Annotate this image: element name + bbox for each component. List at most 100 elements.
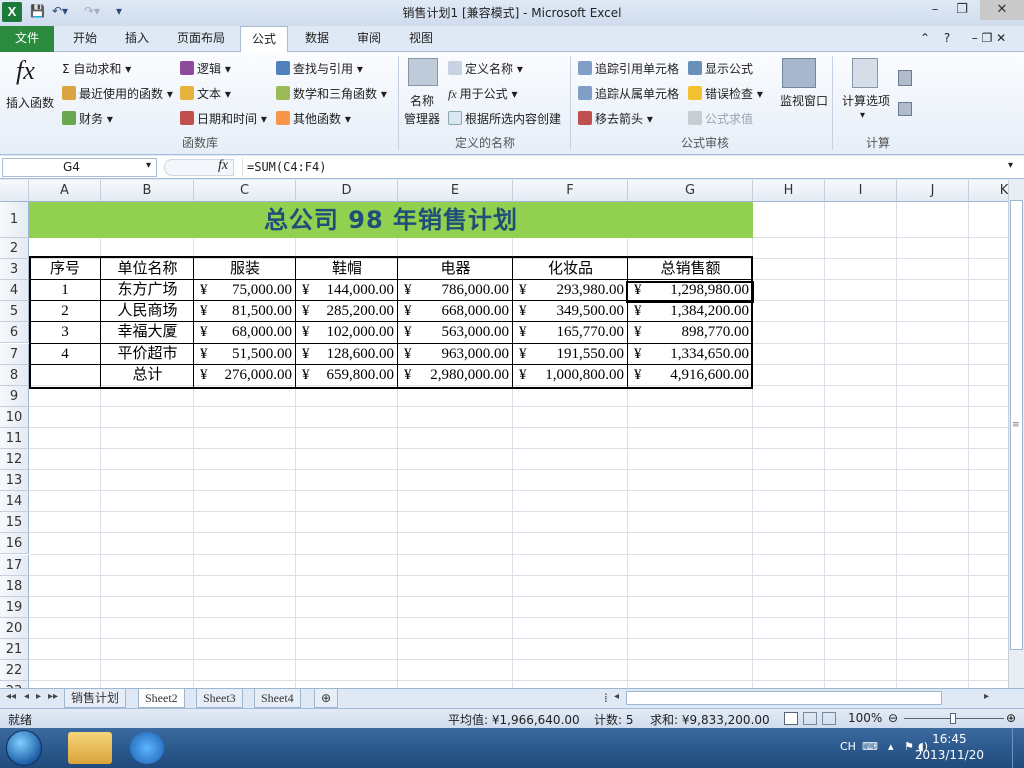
row-header-21[interactable]: 21	[0, 638, 29, 660]
text-button[interactable]: 文本 ▾	[180, 85, 231, 102]
row-header-23[interactable]: 23	[0, 681, 29, 688]
tab-file[interactable]: 文件	[0, 26, 54, 52]
lookup-button[interactable]: 查找与引用 ▾	[276, 60, 363, 77]
total-cell[interactable]: ¥659,800.00	[296, 365, 398, 386]
page-layout-view-icon[interactable]	[803, 712, 817, 725]
tab-split-handle[interactable]: ⁞	[604, 691, 608, 705]
column-header-f[interactable]: F	[513, 180, 628, 202]
row-header-15[interactable]: 15	[0, 512, 29, 534]
name-manager-label-1[interactable]: 名称	[410, 92, 434, 109]
column-header-h[interactable]: H	[753, 180, 825, 202]
row-header-11[interactable]: 11	[0, 427, 29, 449]
horizontal-scroll-thumb[interactable]	[626, 691, 942, 705]
data-cell[interactable]: ¥963,000.00	[398, 344, 513, 365]
watch-window-icon[interactable]	[782, 58, 816, 88]
create-from-selection-button[interactable]: 根据所选内容创建	[448, 110, 561, 127]
column-header-k[interactable]: K	[969, 180, 1008, 202]
data-cell[interactable]: ¥898,770.00	[628, 322, 753, 343]
tab-page-layout[interactable]: 页面布局	[170, 26, 232, 52]
data-cell[interactable]: 3	[29, 322, 101, 343]
start-button-icon[interactable]	[6, 730, 42, 766]
row-header-8[interactable]: 8	[0, 364, 29, 386]
maximize-button[interactable]: ❐	[945, 0, 979, 20]
row-header-22[interactable]: 22	[0, 660, 29, 682]
total-cell[interactable]: ¥276,000.00	[194, 365, 296, 386]
column-header-a[interactable]: A	[29, 180, 101, 202]
column-header-e[interactable]: E	[398, 180, 513, 202]
worksheet-grid[interactable]: ABCDEFGHIJK 1 2 3 4 5 6 7 8 9 10 11 12 13 14 15 16 17 18 1…	[0, 180, 1008, 688]
tray-arrow-icon[interactable]: ▴	[888, 740, 894, 753]
data-cell[interactable]: ¥51,500.00	[194, 344, 296, 365]
math-trig-button[interactable]: 数学和三角函数 ▾	[276, 85, 387, 102]
remove-arrows-button[interactable]: 移去箭头 ▾	[578, 110, 653, 127]
data-cell[interactable]: ¥668,000.00	[398, 301, 513, 322]
page-break-view-icon[interactable]	[822, 712, 836, 725]
keyboard-icon[interactable]: ⌨	[862, 740, 878, 753]
data-cell[interactable]: ¥191,550.00	[513, 344, 628, 365]
row-header-16[interactable]: 16	[0, 533, 29, 555]
tab-home[interactable]: 开始	[62, 26, 108, 52]
calculation-options-icon[interactable]	[852, 58, 878, 88]
system-clock[interactable]: 16:45 2013/11/20	[915, 731, 984, 763]
column-header-c[interactable]: C	[194, 180, 296, 202]
close-button[interactable]: ✕	[980, 0, 1024, 20]
recent-functions-button[interactable]: 最近使用的函数 ▾	[62, 85, 173, 102]
sheet-tab-sheet4[interactable]: Sheet4	[254, 689, 301, 708]
column-header-i[interactable]: I	[825, 180, 897, 202]
show-formulas-button[interactable]: 显示公式	[688, 60, 753, 77]
define-name-button[interactable]: 定义名称 ▾	[448, 60, 523, 77]
zoom-out-icon[interactable]: ⊖	[888, 711, 898, 725]
row-header-20[interactable]: 20	[0, 617, 29, 639]
total-cell[interactable]: ¥4,916,600.00	[628, 365, 753, 386]
vertical-scrollbar[interactable]: ≡	[1008, 180, 1024, 688]
total-cell[interactable]: 总计	[101, 365, 194, 386]
column-header-b[interactable]: B	[101, 180, 194, 202]
insert-function-icon[interactable]: fx	[16, 56, 35, 86]
row-header-7[interactable]: 7	[0, 343, 29, 365]
data-cell[interactable]: ¥75,000.00	[194, 280, 296, 301]
row-header-6[interactable]: 6	[0, 322, 29, 344]
zoom-slider-thumb[interactable]	[950, 713, 956, 724]
row-header-2[interactable]: 2	[0, 238, 29, 260]
data-cell[interactable]: ¥285,200.00	[296, 301, 398, 322]
sheet-title[interactable]: 总公司 98 年销售计划	[29, 202, 753, 238]
row-header-9[interactable]: 9	[0, 385, 29, 407]
formula-input[interactable]: =SUM(C4:F4)	[242, 158, 1008, 177]
row-header-12[interactable]: 12	[0, 449, 29, 471]
data-cell[interactable]: ¥349,500.00	[513, 301, 628, 322]
flag-icon[interactable]: ⚑	[904, 740, 914, 753]
scroll-right-icon[interactable]: ▸	[984, 691, 989, 702]
zoom-level[interactable]: 100%	[848, 711, 882, 725]
tab-data[interactable]: 数据	[294, 26, 340, 52]
data-cell[interactable]: 平价超市	[101, 344, 194, 365]
insert-function-fx-icon[interactable]: fx	[218, 158, 228, 174]
row-header-17[interactable]: 17	[0, 554, 29, 576]
tab-formulas[interactable]: 公式	[240, 26, 288, 53]
sheet-tab-sales-plan[interactable]: 销售计划	[64, 689, 127, 708]
prev-sheet-icon[interactable]: ◂	[24, 691, 29, 702]
more-functions-button[interactable]: 其他函数 ▾	[276, 110, 351, 127]
first-sheet-icon[interactable]: ◂◂	[6, 691, 16, 702]
calculate-now-icon[interactable]	[898, 70, 912, 86]
date-time-button[interactable]: 日期和时间 ▾	[180, 110, 267, 127]
data-cell[interactable]: ¥1,334,650.00	[628, 344, 753, 365]
select-all-corner[interactable]	[0, 180, 29, 202]
trace-precedents-button[interactable]: 追踪引用单元格	[578, 60, 679, 77]
next-sheet-icon[interactable]: ▸	[36, 691, 41, 702]
header-cell[interactable]: 鞋帽	[296, 259, 398, 280]
insert-sheet-icon[interactable]: ⊕	[314, 689, 338, 708]
data-cell[interactable]: 4	[29, 344, 101, 365]
row-header-1[interactable]: 1	[0, 202, 29, 238]
tab-review[interactable]: 审阅	[346, 26, 392, 52]
total-cell[interactable]: ¥2,980,000.00	[398, 365, 513, 386]
show-desktop-button[interactable]	[1012, 728, 1024, 768]
sheet-tab-sheet3[interactable]: Sheet3	[196, 689, 243, 708]
data-cell[interactable]: ¥165,770.00	[513, 322, 628, 343]
tab-view[interactable]: 视图	[398, 26, 444, 52]
name-box[interactable]: G4	[2, 158, 157, 177]
sheet-tab-sheet2[interactable]: Sheet2	[138, 689, 185, 708]
data-cell[interactable]: ¥1,384,200.00	[628, 301, 753, 322]
financial-button[interactable]: 财务 ▾	[62, 110, 113, 127]
row-header-14[interactable]: 14	[0, 491, 29, 513]
data-cell[interactable]: 东方广场	[101, 280, 194, 301]
